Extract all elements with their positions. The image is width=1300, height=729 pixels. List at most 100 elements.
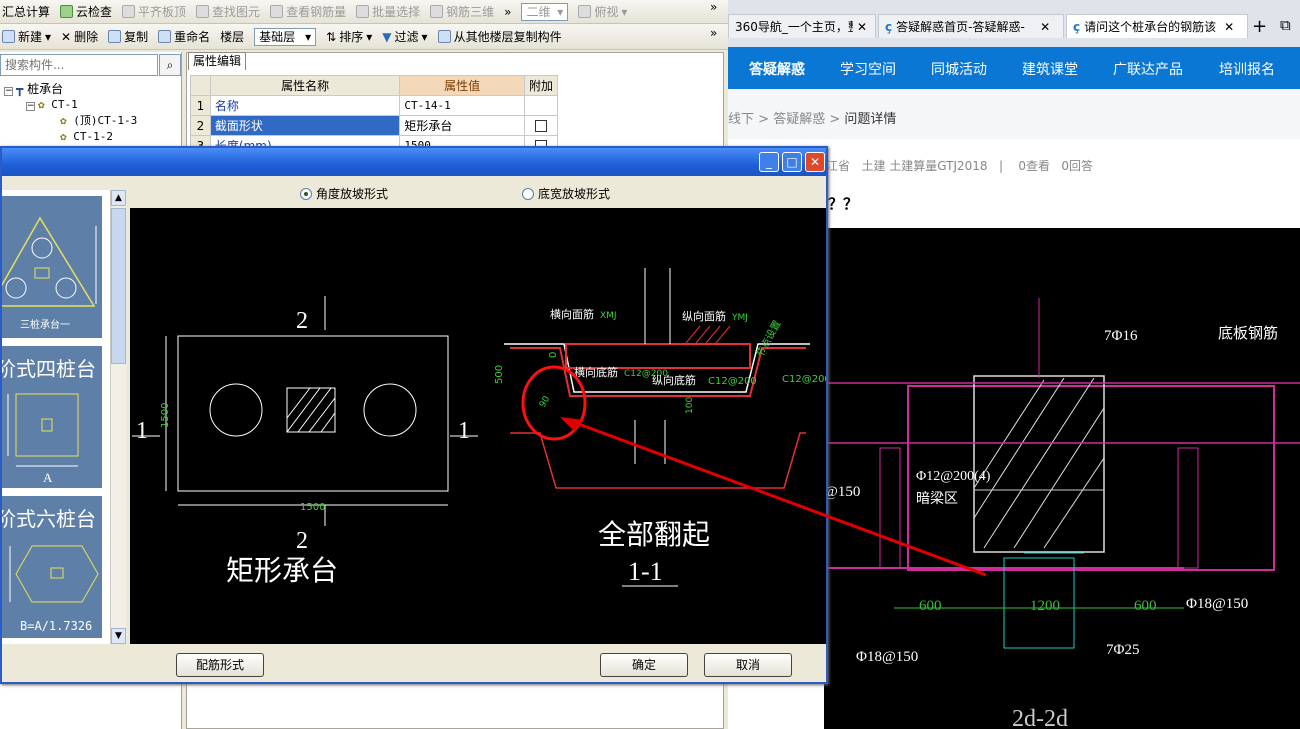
thumb-caption: 三桩承台一 (20, 318, 70, 331)
question-drawing-image[interactable]: 7Φ16 底板钢筋 Φ12@200(4) 暗梁区 @150 600 1200 6… (824, 228, 1300, 729)
search-icon[interactable]: ⌕ (159, 54, 181, 76)
table-row[interactable]: 1 名称 CT-14-1 (190, 95, 559, 116)
close-x-icon: ✕ (61, 29, 72, 44)
dialog-titlebar[interactable] (2, 148, 826, 176)
minimize-icon[interactable]: _ (759, 152, 779, 172)
view-rebar-button[interactable]: 查看钢筋量 (270, 3, 346, 20)
header-name: 属性名称 (209, 75, 401, 96)
cloud-check-button[interactable]: 云检查 (60, 3, 112, 20)
view-mode-select[interactable]: 二维 ▾ (521, 2, 569, 21)
cad-dim: 0 (548, 352, 559, 358)
close-icon[interactable]: ✕ (805, 152, 825, 172)
cad-dim: 90 (538, 394, 553, 409)
shape-thumb-six-pile[interactable]: 阶式六桩台 B=A/1.7326 (0, 496, 102, 638)
copy-from-floor-button[interactable]: 从其他楼层复制构件 (437, 28, 562, 45)
radio-width-slope[interactable]: 底宽放坡形式 (522, 185, 610, 202)
drawing-label: Φ18@150 (856, 649, 918, 665)
tree-leaf[interactable]: ✿ (顶)CT-1-3 (4, 113, 137, 129)
shape-thumb-four-pile[interactable]: 阶式四桩台 A (0, 346, 102, 488)
section-mark-bottom: 2 (296, 528, 308, 554)
new-button[interactable]: 新建 ▾ (2, 28, 51, 45)
copy-button[interactable]: 复制 (108, 28, 148, 45)
breadcrumb-item[interactable]: 线下 (728, 112, 754, 127)
find-element-label: 查找图元 (212, 5, 261, 19)
nav-item[interactable]: 建筑课堂 (1022, 59, 1078, 79)
flat-roof-button[interactable]: 平齐板顶 (122, 3, 186, 20)
cad-code: YMJ (731, 313, 748, 323)
collapse-icon[interactable]: − (4, 87, 13, 96)
search-input[interactable] (0, 54, 158, 76)
close-icon[interactable]: ✕ (1224, 20, 1234, 34)
view-angle-select[interactable]: 俯视 ▾ (578, 3, 627, 20)
rebar-form-button[interactable]: 配筋形式 (176, 653, 264, 677)
tab-overview-icon[interactable]: ⧉ (1280, 16, 1291, 34)
browser-tab-active[interactable]: ç 请问这个桩承台的钢筋该 ✕ (1066, 14, 1248, 38)
cad-label: 纵向底筋 (652, 373, 696, 387)
scroll-down-icon[interactable]: ▼ (111, 628, 126, 644)
three-pile-drawing: 三桩承台一 (0, 216, 97, 331)
cad-side-note: 节点设置 (754, 318, 783, 359)
shape-thumb-three-pile[interactable]: 三桩承台一 (0, 196, 102, 338)
sort-button[interactable]: ⇅ 排序 ▾ (326, 28, 372, 45)
close-icon[interactable]: ✕ (857, 20, 867, 34)
nav-item[interactable]: 学习空间 (840, 59, 896, 79)
toolbar-overflow-icon[interactable]: » (504, 5, 511, 19)
thumbnail-scrollbar[interactable]: ▲ ▼ (110, 190, 126, 644)
toolbar-overflow-right-icon[interactable]: » (710, 0, 717, 14)
cad-code: C12@200 (708, 376, 757, 387)
find-element-button[interactable]: 查找图元 (196, 3, 260, 20)
drawing-label: 7Φ25 (1106, 642, 1139, 658)
new-label: 新建 (18, 30, 43, 44)
floor-select[interactable]: 基础层 ▾ (254, 27, 317, 46)
floor-label: 楼层 (220, 30, 245, 44)
nav-item[interactable]: 同城活动 (931, 59, 987, 79)
browser-tab[interactable]: 360导航_一个主页，整个 ✕ (728, 14, 876, 38)
scroll-thumb[interactable] (111, 208, 126, 364)
tree-leaf-label: CT-1-2 (73, 130, 113, 143)
scroll-up-icon[interactable]: ▲ (111, 190, 126, 206)
nav-item[interactable]: 广联达产品 (1113, 59, 1183, 79)
rebar-3d-button[interactable]: 钢筋三维 (430, 3, 494, 20)
nav-item[interactable]: 培训报名 (1219, 59, 1275, 79)
tree-leaf[interactable]: ✿ CT-1-2 (4, 129, 137, 145)
table-row[interactable]: 2 截面形状 矩形承台 (190, 115, 559, 136)
maximize-icon[interactable]: □ (782, 152, 802, 172)
collapse-icon[interactable]: − (26, 102, 35, 111)
toolbar-main: 汇总计算 云检查 平齐板顶 查找图元 查看钢筋量 批量选择 钢筋三维 » 二维 … (0, 0, 728, 24)
breadcrumb: 线下 > 答疑解惑 > 问题详情 (728, 112, 897, 127)
property-value[interactable]: CT-14-1 (399, 95, 525, 116)
toolbar2-overflow-icon[interactable]: » (710, 26, 717, 40)
drawing-section-title: 2d-2d (1012, 706, 1068, 729)
meta-region: 江省 (826, 159, 851, 173)
view-mode-value: 二维 (526, 4, 551, 19)
meta-answers: 0回答 (1061, 159, 1094, 173)
tab-title: 请问这个桩承台的钢筋该 (1084, 20, 1217, 34)
floor-value: 基础层 (259, 29, 296, 44)
breadcrumb-item[interactable]: 答疑解惑 (773, 112, 825, 127)
drawing-dim: 600 (919, 598, 942, 614)
radio-unselected-icon (522, 188, 534, 200)
batch-select-button[interactable]: 批量选择 (356, 3, 420, 20)
new-tab-icon[interactable]: + (1252, 16, 1267, 37)
tree-node-ct1[interactable]: − ✿ CT-1 (4, 97, 137, 113)
tree-root[interactable]: − ┳ 桩承台 (4, 81, 137, 97)
extra-checkbox[interactable] (523, 115, 559, 136)
delete-button[interactable]: ✕ 删除 (61, 28, 98, 45)
thumb-title: 阶式四桩台 (2, 358, 96, 381)
cancel-button[interactable]: 取消 (704, 653, 792, 677)
tab-property-edit[interactable]: 属性编辑 (188, 52, 246, 70)
drawing-dim: 1200 (1030, 598, 1060, 614)
close-icon[interactable]: ✕ (1040, 20, 1050, 34)
filter-button[interactable]: ▼ 过滤 ▾ (382, 28, 427, 45)
meta-category[interactable]: 土建 土建算量GTJ2018 (861, 159, 987, 173)
property-value[interactable]: 矩形承台 (399, 115, 525, 136)
browser-tab[interactable]: ç 答疑解惑首页-答疑解惑- ✕ (878, 14, 1064, 38)
rename-label: 重命名 (174, 30, 211, 44)
rename-button[interactable]: 重命名 (158, 28, 210, 45)
summary-button[interactable]: 汇总计算 (2, 3, 50, 20)
radio-angle-slope[interactable]: 角度放坡形式 (300, 185, 388, 202)
ok-button[interactable]: 确定 (600, 653, 688, 677)
section-mark-left: 1 (136, 418, 148, 444)
header-corner (190, 75, 211, 96)
nav-item[interactable]: 答疑解惑 (749, 59, 805, 79)
